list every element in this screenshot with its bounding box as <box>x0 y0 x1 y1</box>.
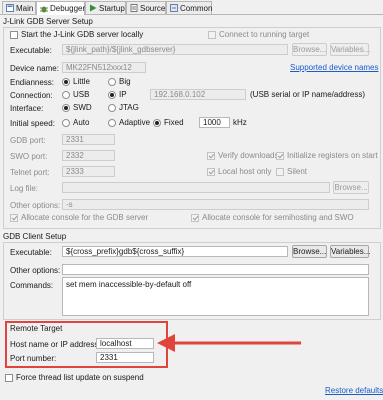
server-executable-label: Executable: <box>10 46 52 55</box>
alloc-gdb-console-checkbox[interactable] <box>10 214 18 222</box>
little-radio[interactable] <box>62 78 70 86</box>
host-field[interactable]: localhost <box>96 338 154 349</box>
tab-source[interactable]: Source <box>126 1 166 14</box>
big-radio[interactable] <box>108 78 116 86</box>
server-executable-field[interactable]: ${jlink_path}/${jlink_gdbserver} <box>62 44 288 55</box>
tab-source-label: Source <box>140 3 166 13</box>
source-icon <box>130 4 138 12</box>
client-other-options-field[interactable] <box>62 264 369 275</box>
jtag-label: JTAG <box>119 103 139 112</box>
telnet-port-field[interactable]: 2333 <box>62 166 115 177</box>
force-thread-label: Force thread list update on suspend <box>16 373 144 382</box>
speed-field[interactable]: 1000 <box>199 117 230 128</box>
server-browse-button[interactable]: Browse... <box>292 43 327 56</box>
remote-section-title: Remote Target <box>10 324 63 333</box>
verify-downloads-checkbox[interactable] <box>207 152 215 160</box>
auto-label: Auto <box>73 118 90 127</box>
interface-label: Interface: <box>10 104 44 113</box>
tab-bar: Main Debugger Startup Source Common <box>0 0 383 15</box>
tab-main-label: Main <box>16 3 34 13</box>
auto-radio[interactable] <box>62 119 70 127</box>
client-browse-button[interactable]: Browse... <box>292 245 327 258</box>
restore-defaults-link[interactable]: Restore defaults <box>325 386 383 395</box>
server-other-options-label: Other options: <box>10 201 61 210</box>
usb-label: USB <box>73 90 90 99</box>
client-executable-label: Executable: <box>10 248 52 257</box>
server-other-options-field[interactable]: -s <box>62 199 369 210</box>
annotation-arrow-icon <box>157 334 301 352</box>
gdb-port-label: GDB port: <box>10 136 46 145</box>
alloc-semihosting-checkbox[interactable] <box>191 214 199 222</box>
connection-label: Connection: <box>10 91 53 100</box>
big-label: Big <box>119 77 131 86</box>
client-other-options-label: Other options: <box>10 266 61 275</box>
alloc-gdb-console-label: Allocate console for the GDB server <box>21 213 149 222</box>
little-label: Little <box>73 77 90 86</box>
port-number-label: Port number: <box>10 354 57 363</box>
client-executable-field[interactable]: ${cross_prefix}gdb${cross_suffix} <box>62 246 288 257</box>
ip-label: IP <box>119 90 127 99</box>
tab-startup[interactable]: Startup <box>85 1 126 14</box>
force-thread-checkbox[interactable] <box>5 374 13 382</box>
alloc-semihosting-label: Allocate console for semihosting and SWO <box>202 213 354 222</box>
supported-devices-link[interactable]: Supported device names <box>290 63 379 72</box>
tab-debugger[interactable]: Debugger <box>36 1 85 15</box>
tab-common-label: Common <box>180 3 213 13</box>
initial-speed-label: Initial speed: <box>10 119 55 128</box>
init-registers-label: Initialize registers on start <box>287 151 378 160</box>
telnet-port-label: Telnet port: <box>10 168 50 177</box>
tab-common[interactable]: Common <box>166 1 212 14</box>
silent-checkbox[interactable] <box>276 168 284 176</box>
local-host-only-label: Local host only <box>218 167 272 176</box>
log-file-label: Log file: <box>10 184 39 193</box>
fixed-radio[interactable] <box>153 119 161 127</box>
fixed-label: Fixed <box>164 118 184 127</box>
debugger-icon <box>40 5 48 13</box>
adaptive-label: Adaptive <box>119 118 151 127</box>
speed-unit: kHz <box>233 118 247 127</box>
commands-label: Commands: <box>10 281 54 290</box>
gdb-port-field[interactable]: 2331 <box>62 134 115 145</box>
jtag-radio[interactable] <box>108 104 116 112</box>
main-icon <box>6 4 14 12</box>
connect-running-label: Connect to running target <box>219 30 310 39</box>
port-number-field[interactable]: 2331 <box>96 352 154 363</box>
tab-debugger-label: Debugger <box>50 4 86 13</box>
swo-port-label: SWO port: <box>10 152 48 161</box>
silent-label: Silent <box>287 167 308 176</box>
host-label: Host name or IP address: <box>10 340 101 349</box>
server-section-title: J-Link GDB Server Setup <box>3 17 93 26</box>
common-icon <box>170 4 178 12</box>
local-host-only-checkbox[interactable] <box>207 168 215 176</box>
endianness-label: Endianness: <box>10 78 55 87</box>
adaptive-radio[interactable] <box>108 119 116 127</box>
server-variables-button[interactable]: Variables... <box>330 43 370 56</box>
ip-hint: (USB serial or IP name/address) <box>250 90 366 99</box>
log-file-browse-button[interactable]: Browse... <box>333 181 369 194</box>
swd-label: SWD <box>73 103 92 112</box>
startup-icon <box>89 4 97 12</box>
connect-running-checkbox[interactable] <box>208 31 216 39</box>
device-name-label: Device name: <box>10 64 59 73</box>
ip-radio[interactable] <box>108 91 116 99</box>
tab-startup-label: Startup <box>99 3 125 13</box>
verify-downloads-label: Verify downloads <box>218 151 279 160</box>
ip-address-field[interactable]: 192.168.0.102 <box>150 89 246 100</box>
log-file-field[interactable] <box>62 182 330 193</box>
client-section-title: GDB Client Setup <box>3 232 67 241</box>
usb-radio[interactable] <box>62 91 70 99</box>
device-name-field[interactable]: MK22FN512xxx12 <box>62 62 146 73</box>
init-registers-checkbox[interactable] <box>276 152 284 160</box>
client-variables-button[interactable]: Variables... <box>330 245 370 258</box>
commands-textarea[interactable]: set mem inaccessible-by-default off <box>62 277 369 316</box>
swo-port-field[interactable]: 2332 <box>62 150 115 161</box>
start-locally-checkbox[interactable] <box>10 31 18 39</box>
tab-main[interactable]: Main <box>2 1 36 14</box>
swd-radio[interactable] <box>62 104 70 112</box>
start-locally-label: Start the J-Link GDB server locally <box>21 30 144 39</box>
